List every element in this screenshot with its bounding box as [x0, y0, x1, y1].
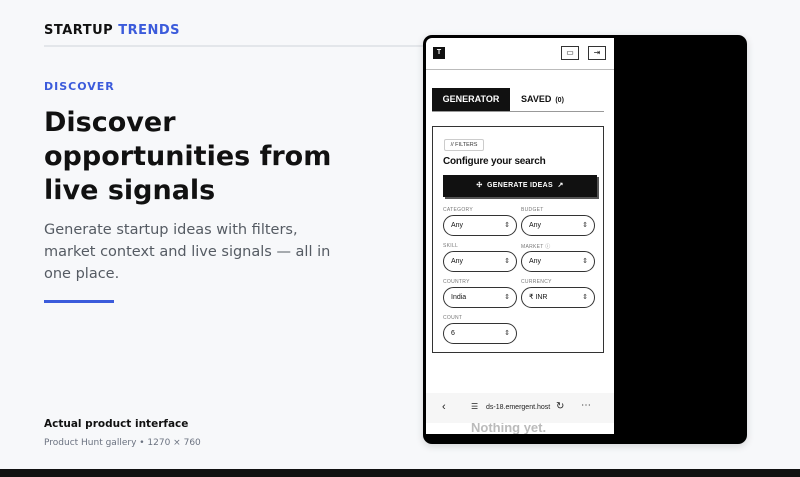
search-config-panel: // FILTERS Configure your search ✣ GENER… [432, 126, 604, 353]
app-header-divider [426, 69, 614, 70]
bottom-band [0, 469, 800, 477]
tabs-icon[interactable]: ☰ [471, 402, 478, 411]
chevron-updown-icon: ⇕ [582, 258, 588, 265]
browser-toolbar: ‹ ☰ ds-18.emergent.host ↻ ⋯ [426, 393, 614, 423]
device-frame: T ▭ ⇥ GENERATOR SAVED (0) // FILTERS Conf… [423, 35, 747, 444]
currency-select[interactable]: ₹ INR ⇕ [521, 287, 595, 308]
country-label: COUNTRY [443, 279, 470, 285]
brand-primary: STARTUP [44, 23, 114, 38]
country-select[interactable]: India ⇕ [443, 287, 517, 308]
budget-label: BUDGET [521, 207, 544, 213]
panel-title: Configure your search [443, 156, 546, 167]
budget-value: Any [529, 222, 542, 229]
chevron-updown-icon: ⇕ [582, 222, 588, 229]
count-label: COUNT [443, 315, 463, 321]
currency-label: CURRENCY [521, 279, 552, 285]
tab-generator[interactable]: GENERATOR [432, 88, 510, 111]
generate-button-label: GENERATE IDEAS [487, 182, 553, 189]
brand-accent: TRENDS [118, 23, 180, 38]
category-select[interactable]: Any ⇕ [443, 215, 517, 236]
count-select[interactable]: 6 ⇕ [443, 323, 517, 344]
arrow-up-right-icon: ↗ [557, 182, 564, 189]
chat-icon[interactable]: ▭ [561, 46, 579, 60]
market-value: Any [529, 258, 542, 265]
category-value: Any [451, 222, 464, 229]
chevron-updown-icon: ⇕ [582, 294, 588, 301]
skill-select[interactable]: Any ⇕ [443, 251, 517, 272]
count-value: 6 [451, 330, 455, 337]
tab-saved[interactable]: SAVED (0) [521, 88, 581, 111]
chevron-updown-icon: ⇕ [504, 222, 510, 229]
category-label: CATEGORY [443, 207, 473, 213]
chevron-updown-icon: ⇕ [504, 294, 510, 301]
accent-bar [44, 300, 114, 303]
tab-divider [432, 111, 604, 112]
reload-icon[interactable]: ↻ [556, 401, 564, 412]
country-value: India [451, 294, 467, 301]
skill-label: SKILL [443, 243, 459, 249]
sparkle-icon: ✣ [476, 182, 483, 189]
chevron-updown-icon: ⇕ [504, 330, 510, 337]
chevron-updown-icon: ⇕ [504, 258, 510, 265]
generate-ideas-button[interactable]: ✣ GENERATE IDEAS ↗ [443, 175, 597, 197]
app-logo[interactable]: T [433, 47, 445, 59]
saved-count: (0) [555, 97, 564, 104]
skill-value: Any [451, 258, 464, 265]
caption-title: Actual product interface [44, 418, 189, 430]
more-icon[interactable]: ⋯ [581, 400, 592, 411]
hero-headline: Discover opportunities from live signals [44, 107, 332, 206]
logout-icon[interactable]: ⇥ [588, 46, 606, 60]
header-divider [44, 45, 444, 47]
caption-subtitle: Product Hunt gallery • 1270 × 760 [44, 438, 201, 448]
tab-saved-label: SAVED [521, 94, 552, 104]
eyebrow-label: DISCOVER [44, 80, 115, 93]
filters-chip: // FILTERS [444, 139, 484, 151]
app-screen: T ▭ ⇥ GENERATOR SAVED (0) // FILTERS Conf… [426, 38, 614, 434]
market-label: MARKET ⓘ [521, 244, 551, 250]
browser-url[interactable]: ds-18.emergent.host [486, 404, 550, 411]
budget-select[interactable]: Any ⇕ [521, 215, 595, 236]
back-icon[interactable]: ‹ [442, 401, 446, 413]
brand-logo: STARTUP TRENDS [44, 23, 180, 38]
currency-value: ₹ INR [529, 294, 548, 301]
hero-subcopy: Generate startup ideas with filters, mar… [44, 222, 331, 282]
market-select[interactable]: Any ⇕ [521, 251, 595, 272]
